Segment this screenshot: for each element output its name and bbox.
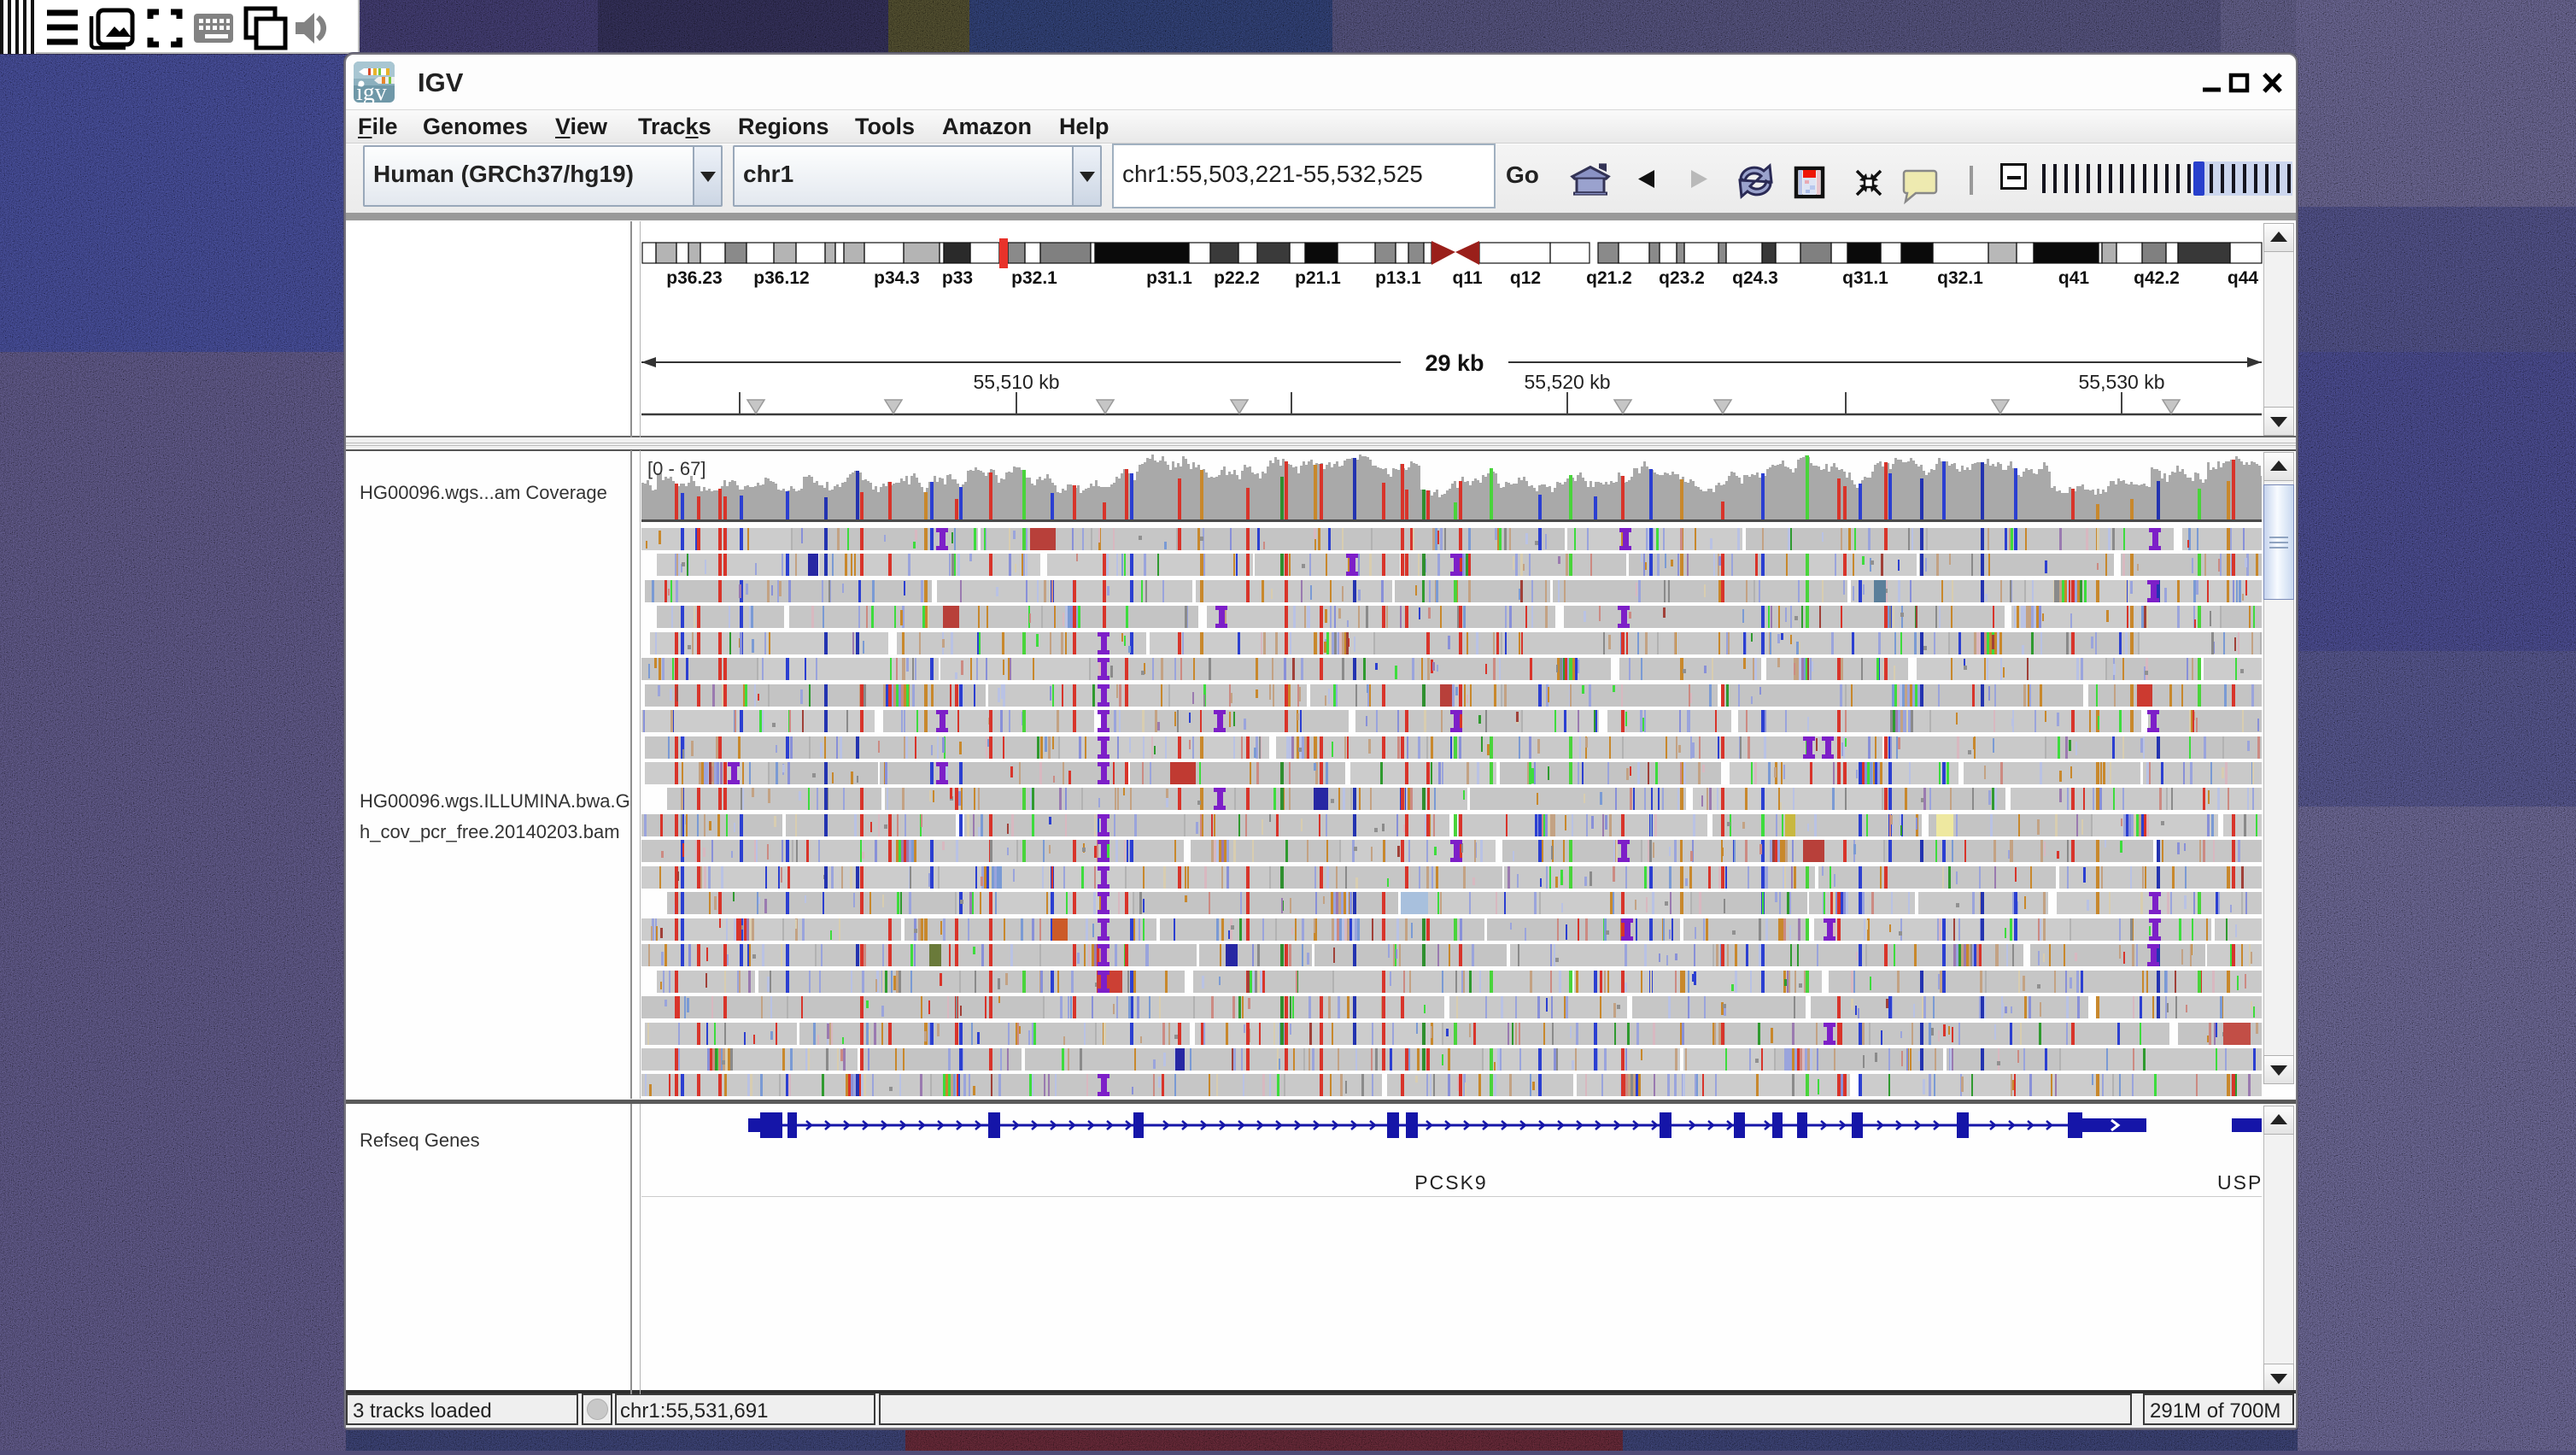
svg-text:55,510 kb: 55,510 kb <box>973 371 1059 393</box>
svg-text:q44: q44 <box>2228 268 2259 288</box>
svg-text:q11: q11 <box>1452 268 1482 288</box>
svg-text:p36.23: p36.23 <box>666 268 722 288</box>
svg-text:29 kb: 29 kb <box>1425 350 1484 376</box>
svg-text:q32.1: q32.1 <box>1937 268 1983 288</box>
svg-text:p13.1: p13.1 <box>1375 268 1421 288</box>
svg-text:q41: q41 <box>2058 268 2090 288</box>
svg-text:p32.1: p32.1 <box>1011 268 1057 288</box>
svg-text:q42.2: q42.2 <box>2134 268 2180 288</box>
svg-text:55,520 kb: 55,520 kb <box>1524 371 1610 393</box>
svg-text:q21.2: q21.2 <box>1586 268 1632 288</box>
svg-text:p34.3: p34.3 <box>874 268 920 288</box>
svg-text:p33: p33 <box>942 268 973 288</box>
svg-text:q23.2: q23.2 <box>1659 268 1705 288</box>
svg-text:p36.12: p36.12 <box>753 268 809 288</box>
svg-text:USP24: USP24 <box>2217 1171 2262 1194</box>
svg-text:PCSK9: PCSK9 <box>1414 1171 1487 1194</box>
svg-text:p22.2: p22.2 <box>1214 268 1260 288</box>
svg-text:q31.1: q31.1 <box>1842 268 1888 288</box>
svg-text:55,530 kb: 55,530 kb <box>2078 371 2164 393</box>
svg-text:q24.3: q24.3 <box>1732 268 1778 288</box>
svg-text:p21.1: p21.1 <box>1295 268 1341 288</box>
svg-text:p31.1: p31.1 <box>1146 268 1192 288</box>
svg-text:q12: q12 <box>1510 268 1541 288</box>
